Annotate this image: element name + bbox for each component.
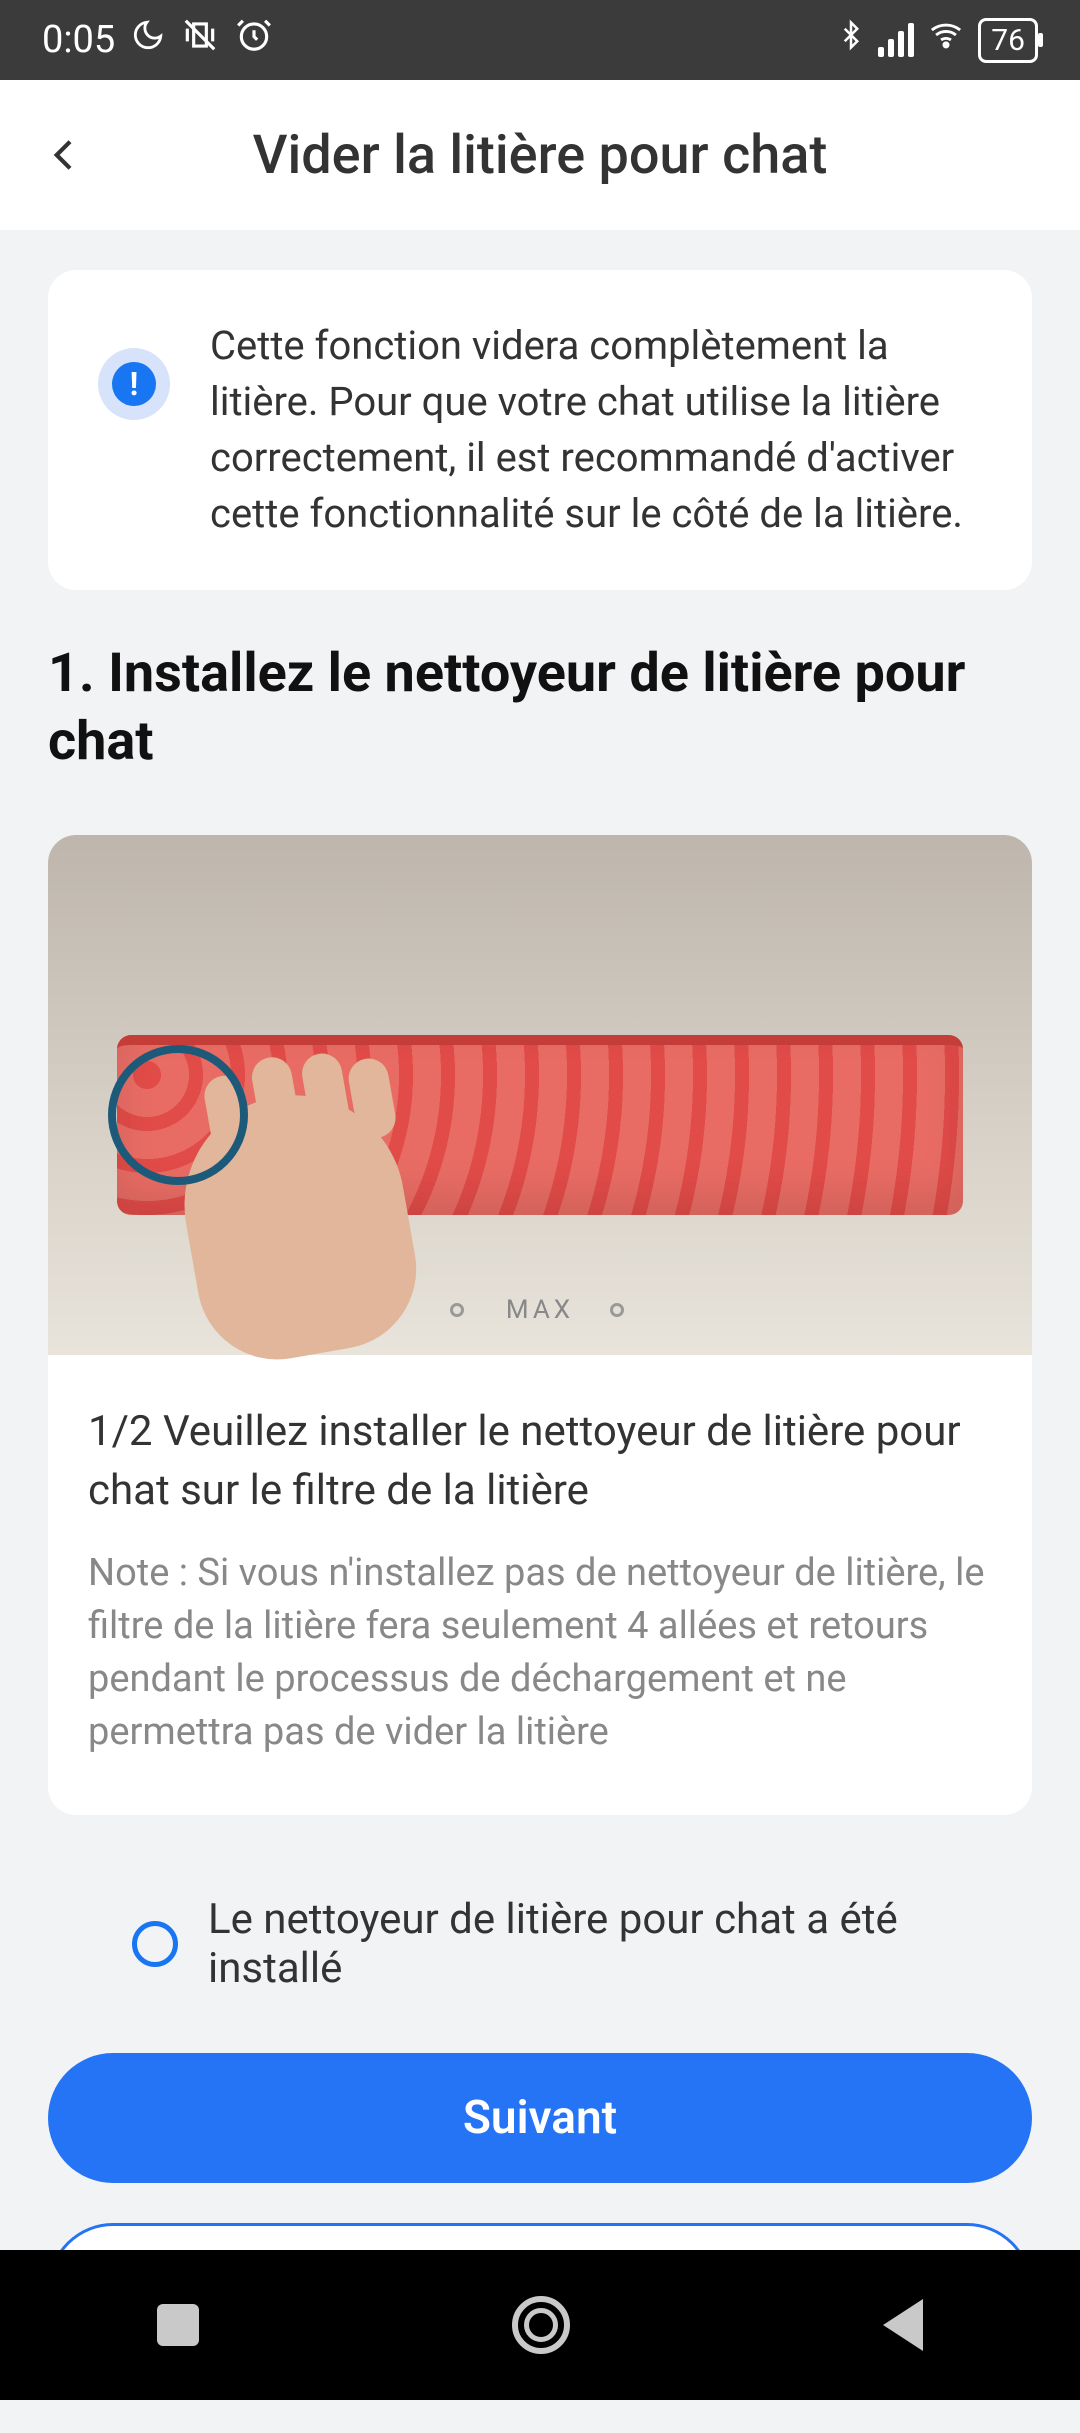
- status-time: 0:05: [42, 18, 115, 62]
- status-right: 76: [836, 16, 1038, 64]
- status-bar: 0:05 76: [0, 0, 1080, 80]
- vibrate-icon: [181, 16, 219, 64]
- next-button[interactable]: Suivant: [48, 2053, 1032, 2183]
- signal-icon: [878, 23, 914, 57]
- instruction-main: 1/2 Veuillez installer le nettoyeur de l…: [88, 1403, 992, 1521]
- home-button[interactable]: [512, 2296, 570, 2354]
- bluetooth-icon: [836, 16, 866, 64]
- instruction-text: 1/2 Veuillez installer le nettoyeur de l…: [48, 1355, 1032, 1815]
- instruction-image: MAX: [48, 835, 1032, 1355]
- section-title: 1. Installez le nettoyeur de litière pou…: [48, 640, 1032, 775]
- info-text: Cette fonction videra complètement la li…: [210, 318, 982, 542]
- battery-indicator: 76: [978, 18, 1038, 63]
- alarm-icon: [235, 16, 273, 64]
- max-label: MAX: [506, 1295, 574, 1325]
- back-button[interactable]: [30, 120, 100, 190]
- android-nav-bar: [0, 2250, 1080, 2400]
- back-nav-button[interactable]: [883, 2299, 923, 2351]
- wifi-icon: [926, 18, 966, 62]
- instruction-note: Note : Si vous n'installez pas de nettoy…: [88, 1547, 992, 1760]
- battery-value: 76: [991, 23, 1025, 58]
- checkbox-label: Le nettoyeur de litière pour chat a été …: [208, 1895, 948, 1993]
- status-left: 0:05: [42, 16, 273, 64]
- info-card: ! Cette fonction videra complètement la …: [48, 270, 1032, 590]
- recent-apps-button[interactable]: [157, 2304, 199, 2346]
- radio-icon[interactable]: [132, 1921, 178, 1967]
- moon-icon: [131, 18, 165, 62]
- instruction-card: MAX 1/2 Veuillez installer le nettoyeur …: [48, 835, 1032, 1815]
- page-title: Vider la litière pour chat: [100, 124, 980, 187]
- installed-checkbox-row[interactable]: Le nettoyeur de litière pour chat a été …: [48, 1895, 1032, 1993]
- content: ! Cette fonction videra complètement la …: [0, 230, 1080, 2433]
- app-header: Vider la litière pour chat: [0, 80, 1080, 230]
- info-icon: !: [98, 348, 170, 420]
